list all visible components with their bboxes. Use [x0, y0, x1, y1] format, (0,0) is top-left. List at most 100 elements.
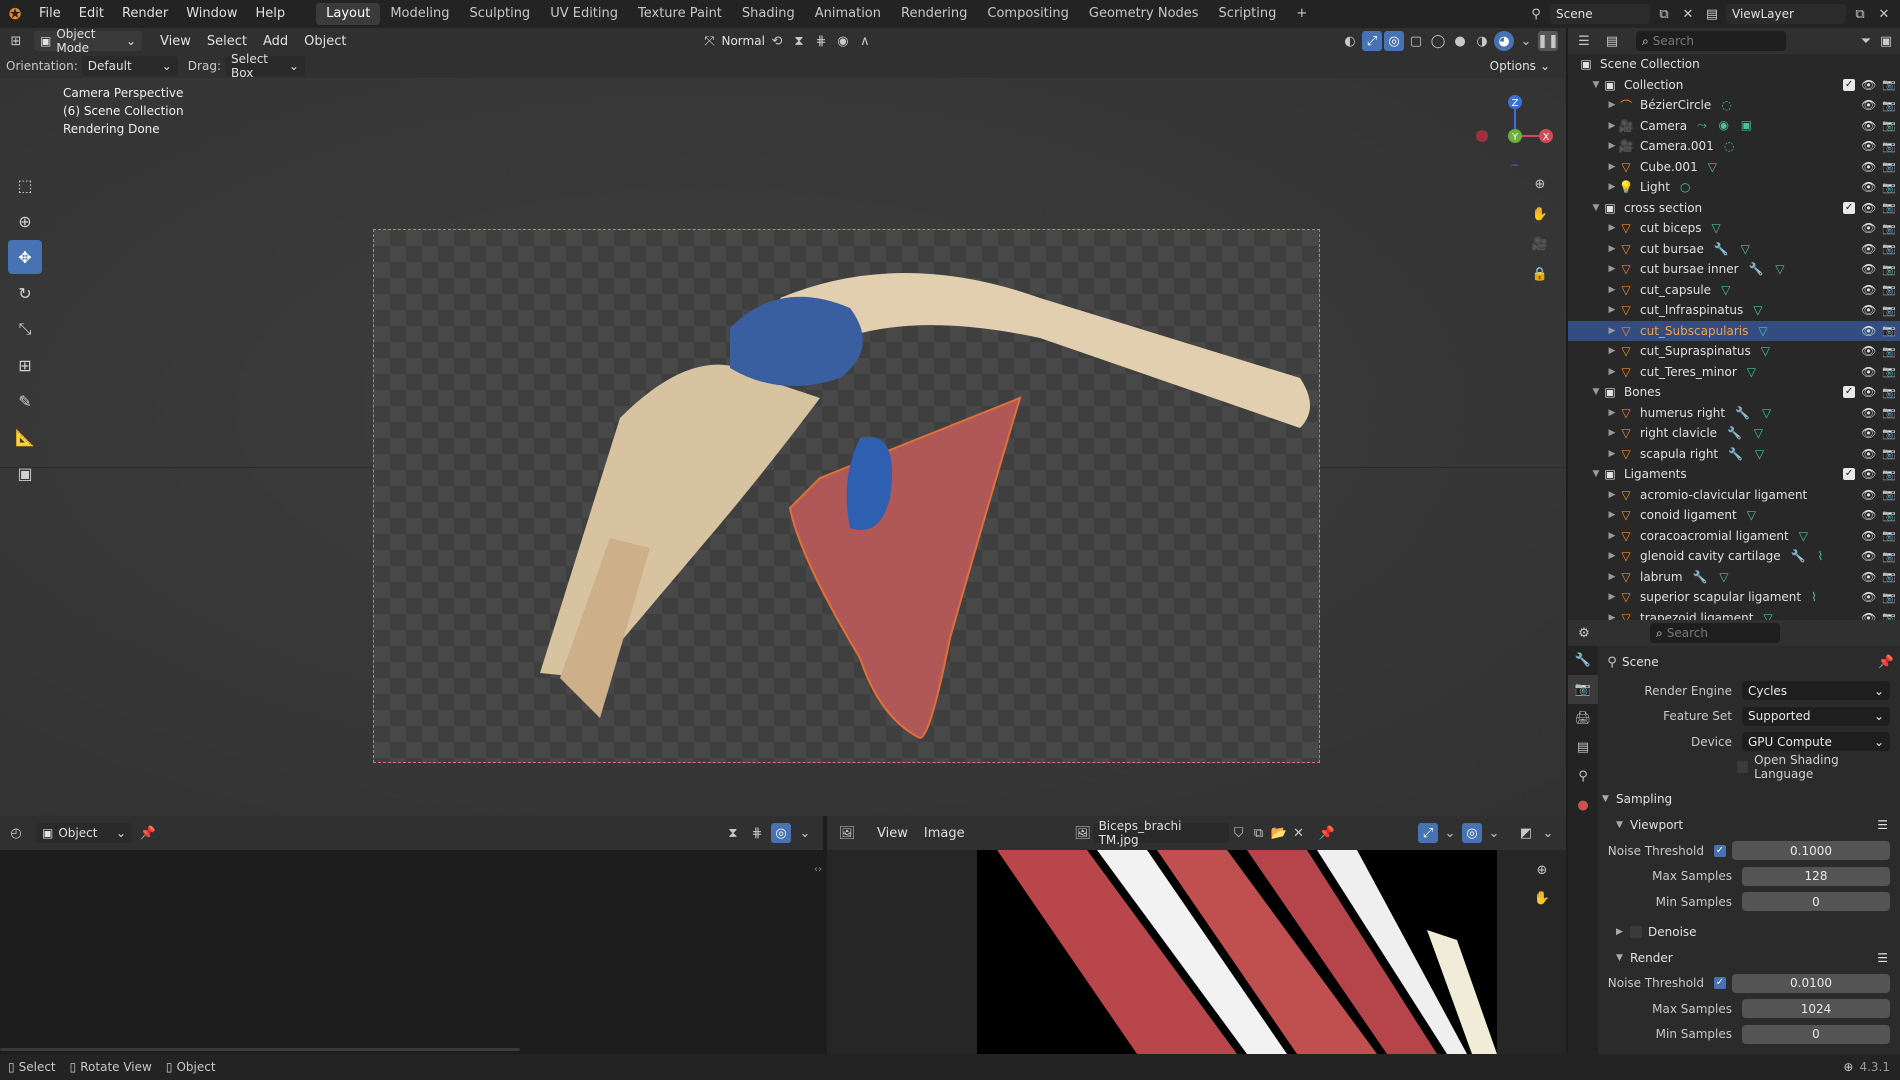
- chevron-down-icon[interactable]: ▼: [1590, 387, 1602, 397]
- overlay-toggle-icon[interactable]: ◎: [1384, 31, 1404, 51]
- tab-layout[interactable]: Layout: [316, 3, 381, 25]
- chevron-down-icon[interactable]: ⌄: [795, 823, 815, 843]
- outliner-item-row[interactable]: ▶ 🎥 Camera ⤳ ◉ ▣ 👁 📷: [1568, 116, 1900, 137]
- render-camera-icon[interactable]: 📷: [1882, 242, 1896, 255]
- chevron-right-icon[interactable]: ▶: [1606, 572, 1618, 582]
- chevron-right-icon[interactable]: ▶: [1606, 223, 1618, 233]
- wireframe-shading-icon[interactable]: ◯: [1428, 31, 1448, 51]
- chevron-right-icon[interactable]: ▶: [1606, 244, 1618, 254]
- outliner-collection-row[interactable]: ▼ ▣ Ligaments ✓ 👁 📷: [1568, 464, 1900, 485]
- outliner-item-row[interactable]: ▶ ▽ cut_Teres_minor ▽ 👁 📷: [1568, 362, 1900, 383]
- timeline-editor-icon[interactable]: ◴: [6, 823, 26, 843]
- add-cube-icon[interactable]: ▣: [8, 456, 42, 490]
- chevron-down-icon[interactable]: ⌄: [1538, 823, 1558, 843]
- new-collection-icon[interactable]: ▣: [1876, 31, 1896, 51]
- eye-icon[interactable]: 👁: [1861, 467, 1876, 481]
- outliner-item-row[interactable]: ▶ ▽ cut_Supraspinatus ▽ 👁 📷: [1568, 341, 1900, 362]
- scale-icon[interactable]: ⤡: [8, 312, 42, 346]
- sampling-panel-header[interactable]: ▼ Sampling: [1602, 786, 1896, 812]
- eye-icon[interactable]: 👁: [1861, 221, 1876, 235]
- render-subpanel-header[interactable]: ▼ Render ☰: [1602, 945, 1896, 971]
- exclude-checkbox[interactable]: ✓: [1843, 78, 1856, 91]
- menu-edit[interactable]: Edit: [70, 0, 113, 28]
- object-mode-dropdown[interactable]: ▣ Object ⌄: [36, 823, 132, 843]
- render-camera-icon[interactable]: 📷: [1882, 406, 1896, 419]
- orientation-mode[interactable]: Normal: [721, 34, 764, 48]
- tab-modeling[interactable]: Modeling: [380, 3, 459, 25]
- annotate-icon[interactable]: ✎: [8, 384, 42, 418]
- eye-icon[interactable]: 👁: [1861, 508, 1876, 522]
- snap-target-icon[interactable]: ⋕: [811, 31, 831, 51]
- pin-icon[interactable]: 📌: [138, 823, 158, 843]
- exclude-checkbox[interactable]: ✓: [1843, 386, 1856, 399]
- outliner-collection-row[interactable]: ▼ ▣ Bones ✓ 👁 📷: [1568, 382, 1900, 403]
- scene-tab-icon[interactable]: ⚲: [1568, 762, 1598, 791]
- overlay-toggle-icon[interactable]: ◎: [1462, 823, 1482, 843]
- navigation-gizmo[interactable]: Z X Y: [1470, 86, 1560, 166]
- eye-icon[interactable]: 👁: [1861, 488, 1876, 502]
- outliner-item-row[interactable]: ▶ 🎥 Camera.001 ◌ 👁 📷: [1568, 136, 1900, 157]
- 3d-viewport[interactable]: Camera Perspective (6) Scene Collection …: [0, 78, 1566, 816]
- timeline-area[interactable]: ‹›: [0, 850, 823, 1054]
- outliner-item-row[interactable]: ▶ ▽ cut bursae inner 🔧 ▽ 👁 📷: [1568, 259, 1900, 280]
- gizmo-toggle-icon[interactable]: ⤢: [1418, 823, 1438, 843]
- transform-orientation-icon[interactable]: ⤧: [699, 31, 719, 51]
- chevron-right-icon[interactable]: ▶: [1606, 326, 1618, 336]
- rotate-icon[interactable]: ↻: [8, 276, 42, 310]
- chevron-right-icon[interactable]: ▶: [1606, 121, 1618, 131]
- menu-view[interactable]: View: [869, 826, 916, 841]
- image-name-field[interactable]: Biceps_brachi TM.jpg: [1092, 819, 1229, 847]
- eye-icon[interactable]: 👁: [1861, 262, 1876, 276]
- camera-view-icon[interactable]: 🎥: [1530, 234, 1550, 254]
- outliner-item-row[interactable]: ▶ ▽ cut_capsule ▽ 👁 📷: [1568, 280, 1900, 301]
- outliner-editor-icon[interactable]: ☰: [1574, 31, 1594, 51]
- eye-icon[interactable]: 👁: [1861, 98, 1876, 112]
- editor-type-icon[interactable]: ⊞: [6, 31, 26, 51]
- blender-logo-icon[interactable]: ✪: [0, 5, 30, 23]
- pin-icon[interactable]: 📌: [1876, 652, 1896, 672]
- add-workspace-button[interactable]: +: [1286, 3, 1317, 25]
- chevron-down-icon[interactable]: ⌄: [1440, 823, 1460, 843]
- device-dropdown[interactable]: GPU Compute ⌄: [1742, 732, 1890, 752]
- timeline-scrollbar[interactable]: [0, 1048, 520, 1051]
- render-camera-icon[interactable]: 📷: [1882, 591, 1896, 604]
- render-camera-icon[interactable]: 📷: [1882, 468, 1896, 481]
- chevron-right-icon[interactable]: ▶: [1606, 490, 1618, 500]
- exclude-checkbox[interactable]: ✓: [1843, 468, 1856, 481]
- mode-dropdown[interactable]: ▣ Object Mode ⌄: [34, 27, 142, 55]
- eye-icon[interactable]: 👁: [1861, 160, 1876, 174]
- view-layer-tab-icon[interactable]: ▤: [1568, 733, 1598, 762]
- chevron-right-icon[interactable]: ▶: [1606, 428, 1618, 438]
- view-layer-icon[interactable]: ▤: [1702, 4, 1722, 24]
- render-camera-icon[interactable]: 📷: [1882, 365, 1896, 378]
- render-camera-icon[interactable]: 📷: [1882, 304, 1896, 317]
- menu-file[interactable]: File: [30, 0, 70, 28]
- denoise-checkbox[interactable]: [1630, 925, 1642, 938]
- solid-shading-icon[interactable]: ●: [1450, 31, 1470, 51]
- move-icon[interactable]: ✥: [8, 240, 42, 274]
- render-camera-icon[interactable]: 📷: [1882, 119, 1896, 132]
- menu-help[interactable]: Help: [247, 0, 295, 28]
- denoise-subpanel-header[interactable]: ▶ Denoise: [1602, 919, 1896, 945]
- cursor-icon[interactable]: ⊕: [8, 204, 42, 238]
- chevron-right-icon[interactable]: ▶: [1606, 449, 1618, 459]
- render-camera-icon[interactable]: 📷: [1882, 550, 1896, 563]
- eye-icon[interactable]: 👁: [1861, 139, 1876, 153]
- close-icon[interactable]: ✕: [1289, 823, 1309, 843]
- outliner-item-row[interactable]: ▶ ▽ scapula right 🔧 ▽ 👁 📷: [1568, 444, 1900, 465]
- zoom-icon[interactable]: ⊕: [1530, 174, 1550, 194]
- chevron-right-icon[interactable]: ▶: [1606, 531, 1618, 541]
- outliner-item-row[interactable]: ▶ ▽ coracoacromial ligament ▽ 👁 📷: [1568, 526, 1900, 547]
- pause-render-icon[interactable]: ❚❚: [1537, 31, 1559, 51]
- chevron-down-icon[interactable]: ▼: [1590, 203, 1602, 213]
- eye-icon[interactable]: 👁: [1861, 201, 1876, 215]
- chevron-right-icon[interactable]: ▶: [1606, 613, 1618, 620]
- render-camera-icon[interactable]: 📷: [1882, 570, 1896, 583]
- eye-icon[interactable]: 👁: [1861, 303, 1876, 317]
- chevron-down-icon[interactable]: ▼: [1590, 80, 1602, 90]
- eye-icon[interactable]: 👁: [1861, 549, 1876, 563]
- new-scene-icon[interactable]: ⧉: [1654, 4, 1674, 24]
- menu-object[interactable]: Object: [296, 34, 354, 49]
- outliner-collection-row[interactable]: ▼ ▣ cross section ✓ 👁 📷: [1568, 198, 1900, 219]
- split-arrows-icon[interactable]: ‹›: [814, 864, 822, 875]
